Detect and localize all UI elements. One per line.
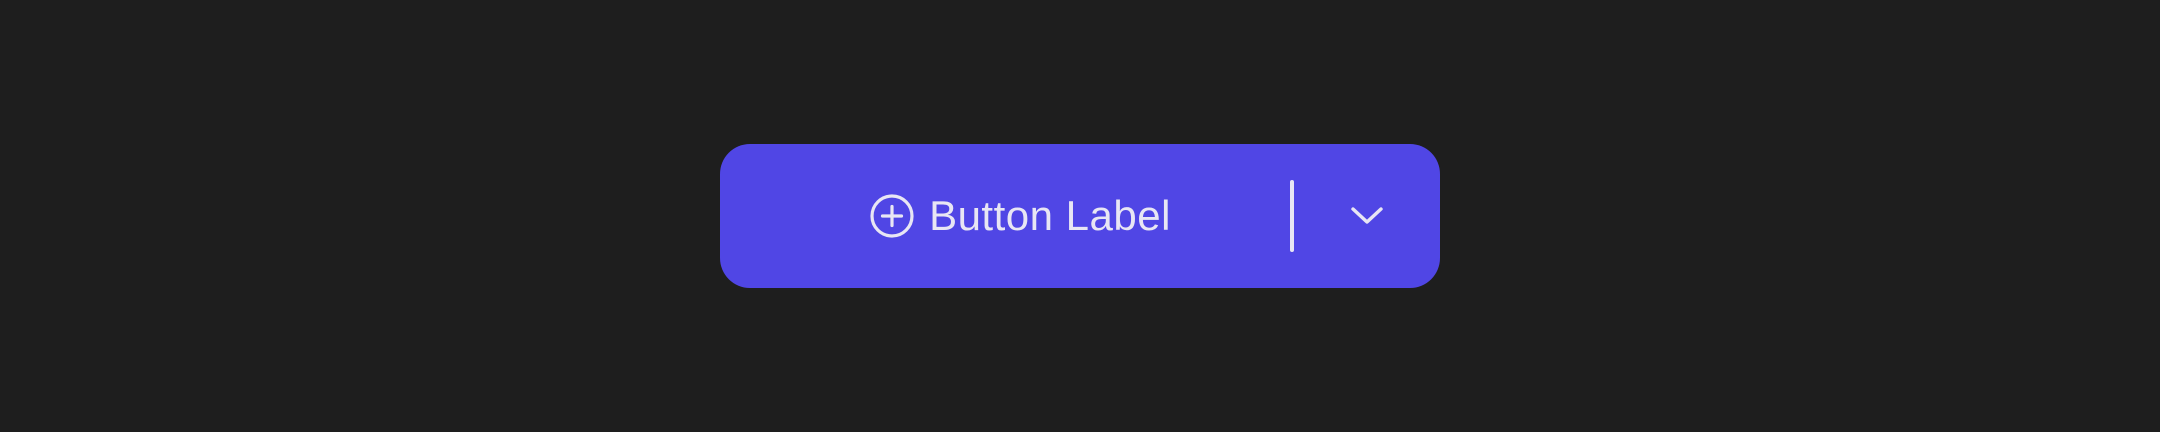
primary-action-button[interactable]: Button Label: [720, 144, 1290, 288]
split-button: Button Label: [720, 144, 1440, 288]
dropdown-toggle-button[interactable]: [1294, 144, 1440, 288]
primary-action-content: Button Label: [869, 193, 1171, 239]
plus-circle-icon: [870, 194, 914, 238]
chevron-down-icon: [1351, 207, 1383, 224]
button-label: Button Label: [929, 192, 1171, 239]
